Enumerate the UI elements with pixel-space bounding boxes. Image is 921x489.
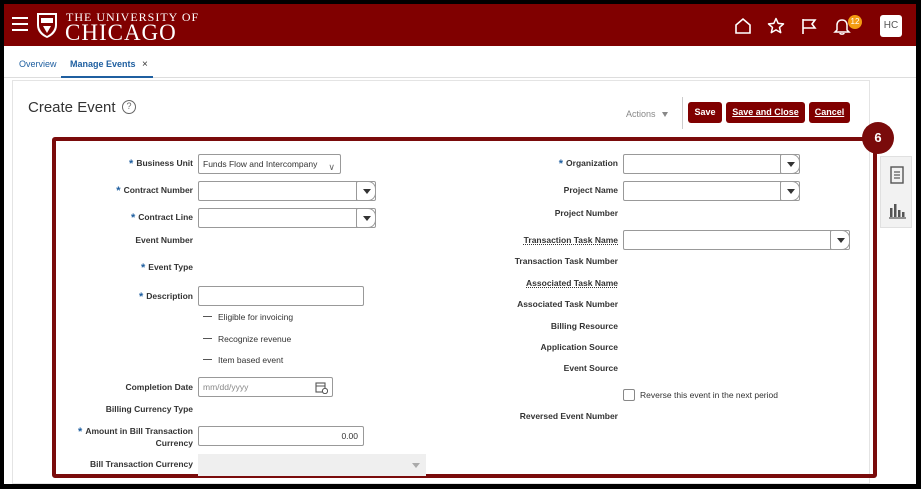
transaction-task-name-label: Transaction Task Name — [523, 235, 618, 245]
transaction-task-number-label: Transaction Task Number — [514, 256, 618, 266]
contract-number-input[interactable] — [198, 181, 376, 201]
tab-manage-events[interactable]: Manage Events — [70, 59, 136, 69]
app-frame: THE UNIVERSITY OF CHICAGO 12 HC Overview… — [4, 4, 916, 484]
associated-task-number-label: Associated Task Number — [517, 299, 618, 309]
contract-line-input[interactable] — [198, 208, 376, 228]
side-panel — [880, 156, 912, 228]
calendar-icon[interactable] — [315, 381, 328, 394]
chart-icon[interactable] — [888, 201, 906, 219]
flag-icon[interactable] — [799, 16, 819, 36]
reverse-event-checkbox-label[interactable]: Reverse this event in the next period — [640, 390, 778, 400]
star-icon[interactable] — [766, 16, 786, 36]
user-avatar[interactable]: HC — [880, 15, 902, 37]
reverse-event-checkbox[interactable] — [623, 389, 635, 401]
description-label: * Description — [138, 291, 193, 303]
tab-overview[interactable]: Overview — [19, 59, 57, 69]
eligible-for-invoicing-option[interactable]: Eligible for invoicing — [203, 312, 293, 322]
university-crest-icon — [37, 13, 57, 38]
amount-input[interactable]: 0.00 — [198, 426, 364, 446]
business-unit-select[interactable]: Funds Flow and Intercompany ∨ — [198, 154, 341, 174]
organization-input[interactable] — [623, 154, 800, 174]
organization-label: * Organization — [558, 158, 618, 170]
reversed-event-number-label: Reversed Event Number — [519, 411, 618, 421]
toolbar-divider — [682, 97, 683, 129]
menu-icon[interactable] — [12, 17, 28, 31]
save-and-close-button[interactable]: Save and Close — [726, 102, 805, 123]
event-number-label: Event Number — [135, 235, 193, 245]
bill-transaction-currency-label: Bill Transaction Currency — [90, 459, 193, 469]
step-marker: 6 — [862, 122, 894, 154]
brand-main-text: CHICAGO — [65, 20, 177, 45]
amount-label: * Amount in Bill Transaction Currency — [78, 426, 193, 448]
contract-number-label: * Contract Number — [116, 185, 193, 197]
chevron-down-icon: ∨ — [328, 162, 335, 172]
cancel-button[interactable]: Cancel — [809, 102, 850, 123]
dropdown-arrow-icon[interactable] — [356, 182, 375, 200]
transaction-task-name-input[interactable] — [623, 230, 850, 250]
tab-bar: Overview Manage Events × — [4, 46, 916, 78]
bill-transaction-currency-select — [198, 454, 426, 476]
save-button[interactable]: Save — [688, 102, 722, 123]
page-title: Create Event — [28, 99, 116, 116]
billing-resource-label: Billing Resource — [550, 321, 618, 331]
project-name-input[interactable] — [623, 181, 800, 201]
completion-date-input[interactable]: mm/dd/yyyy — [198, 377, 333, 397]
active-tab-indicator — [61, 76, 153, 78]
application-source-label: Application Source — [540, 342, 618, 352]
actions-menu[interactable]: Actions — [626, 109, 656, 119]
recognize-revenue-option[interactable]: Recognize revenue — [203, 334, 291, 344]
chevron-down-icon[interactable] — [662, 112, 668, 117]
dropdown-arrow-icon[interactable] — [830, 231, 849, 249]
document-icon[interactable] — [890, 166, 904, 184]
billing-currency-type-label: Billing Currency Type — [105, 404, 193, 414]
contract-line-label: * Contract Line — [130, 212, 193, 224]
project-name-label: Project Name — [563, 185, 618, 195]
business-unit-label: * Business Unit — [129, 158, 193, 170]
dropdown-arrow-icon[interactable] — [780, 155, 799, 173]
dropdown-arrow-icon[interactable] — [780, 182, 799, 200]
home-icon[interactable] — [733, 16, 753, 36]
dropdown-arrow-icon[interactable] — [356, 209, 375, 227]
associated-task-name-label: Associated Task Name — [526, 278, 618, 288]
event-type-label: * Event Type — [141, 262, 193, 274]
item-based-event-option[interactable]: Item based event — [203, 355, 283, 365]
project-number-label: Project Number — [554, 208, 618, 218]
close-tab-icon[interactable]: × — [142, 59, 148, 70]
global-header: THE UNIVERSITY OF CHICAGO 12 HC — [4, 4, 916, 46]
description-input[interactable] — [198, 286, 364, 306]
completion-date-label: Completion Date — [125, 382, 193, 392]
event-source-label: Event Source — [563, 363, 618, 373]
help-icon[interactable]: ? — [122, 100, 136, 114]
notification-badge: 12 — [848, 15, 862, 29]
